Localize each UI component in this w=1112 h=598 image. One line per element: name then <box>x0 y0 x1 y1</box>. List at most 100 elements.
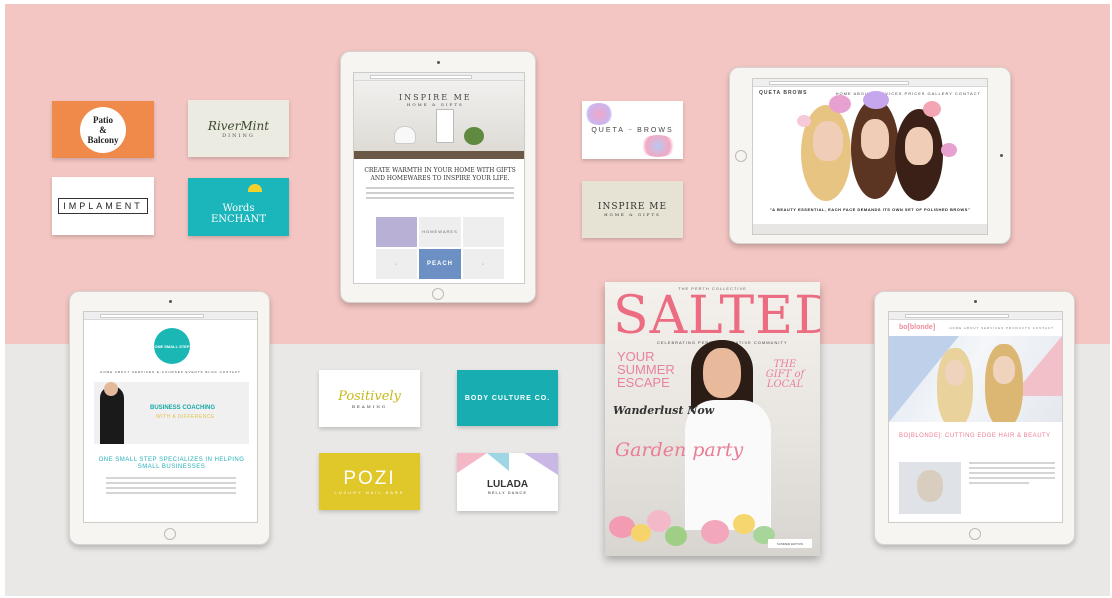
headline: BO[BLONDE]: CUTTING EDGE HAIR & BEAUTY <box>899 433 1051 439</box>
tablet-one-small-step: ONE SMALL STEP HOME ABOUT SERVICES E-COU… <box>69 291 270 545</box>
patio-balcony-card: Patio & Balcony <box>52 101 154 158</box>
flower-icon <box>665 526 687 546</box>
inspire-tag: HOME & GIFTS <box>604 212 661 217</box>
implament-logo: IMPLAMENT <box>58 198 148 214</box>
pozi-tag: LUXURY NAIL BARS <box>334 490 405 495</box>
flower-icon <box>733 514 755 534</box>
body-culture-logo: BODY CULTURE CO. <box>464 394 551 402</box>
arrow-down-icon[interactable]: ↓ <box>462 248 504 279</box>
positively-tag: BEAMING <box>351 403 388 409</box>
queta-brows-card: QUETA ~ BROWS <box>582 101 683 159</box>
queta-logo: QUETA <box>591 126 625 134</box>
patio-logo-line3: Balcony <box>87 134 119 145</box>
positively-beaming-card: Positively BEAMING <box>319 370 420 427</box>
watercolor-flower-icon <box>639 135 677 157</box>
headline: ONE SMALL STEP SPECIALIZES IN HELPING SM… <box>98 457 245 470</box>
nav-links[interactable]: HOME ABOUT SERVICES E-COURSES EVENTS BLO… <box>84 370 257 374</box>
site-logo: bo[blonde] <box>899 324 936 331</box>
rivermint-logo: RiverMint <box>207 118 270 133</box>
pozi-logo: POZI <box>343 468 396 489</box>
site-footer <box>753 224 987 234</box>
tablet-queta-brows: QUETA BROWS HOME ABOUT SERVICES PRICES G… <box>729 67 1011 244</box>
flower-icon <box>923 101 941 117</box>
testimonial-quote: "A BEAUTY ESSENTIAL, EACH FACE DEMANDS I… <box>769 207 971 212</box>
body-culture-card: BODY CULTURE CO. <box>457 370 558 426</box>
site-nav: bo[blonde] HOME ABOUT SERVICES PRODUCTS … <box>889 320 1062 334</box>
product-tile[interactable] <box>376 217 418 247</box>
site-logo: INSPIRE ME HOME & GIFTS <box>399 93 472 107</box>
watercolor-flower-icon <box>584 103 614 125</box>
flower-icon <box>829 95 851 113</box>
nav-links[interactable]: HOME ABOUT SERVICES PRODUCTS CONTACT <box>949 326 1054 330</box>
rivermint-tag: DINING <box>222 132 255 139</box>
browser-url-bar <box>84 312 257 320</box>
cover-line-escape-3: ESCAPE <box>617 375 670 390</box>
words-logo-line1: Words <box>222 203 255 214</box>
camera-icon <box>437 61 440 64</box>
pozi-card: POZI LUXURY NAIL BARS <box>319 453 420 510</box>
home-button <box>969 528 981 540</box>
camera-icon <box>169 300 172 303</box>
patio-logo-line1: Patio <box>92 114 113 125</box>
arrow-down-icon[interactable]: ↓ <box>376 248 418 279</box>
product-tile[interactable]: HOMEWARES <box>419 217 461 247</box>
cover-line-garden: Garden party <box>615 439 744 461</box>
model-face <box>945 360 965 386</box>
geometric-pattern-icon <box>487 453 509 471</box>
home-button <box>432 288 444 300</box>
hero-title: BUSINESS COACHING <box>150 405 216 411</box>
tablet-screen: ONE SMALL STEP HOME ABOUT SERVICES E-COU… <box>83 311 258 523</box>
lulada-logo: LULADA <box>486 479 529 490</box>
home-button <box>164 528 176 540</box>
body-text <box>366 187 514 202</box>
lulada-tag: BELLY DANCE <box>487 490 527 495</box>
coach-photo-head <box>104 382 118 396</box>
salted-magazine-cover: THE PERTH COLLECTIVE SALTED CELEBRATING … <box>605 282 820 556</box>
product-grid: HOMEWARES ↓ PEACH ↓ <box>376 217 504 279</box>
cover-model-face <box>703 348 741 398</box>
flower-icon <box>863 91 889 109</box>
inspire-logo: INSPIRE ME <box>597 202 668 212</box>
lulada-card: LULADA BELLY DANCE <box>457 453 558 511</box>
product-tile[interactable] <box>462 217 504 247</box>
site-logo-sub: HOME & GIFTS <box>406 102 464 107</box>
model-face <box>861 119 889 159</box>
browser-url-bar <box>753 79 987 87</box>
hero-subtitle: WITH A DIFFERENCE <box>156 414 215 420</box>
flower-icon <box>941 143 957 157</box>
cover-line-escape: YOUR SUMMER ESCAPE <box>617 350 677 389</box>
positively-logo: Positively <box>338 388 401 404</box>
product-tile[interactable]: PEACH <box>419 248 461 279</box>
tablet-bo-blonde: bo[blonde] HOME ABOUT SERVICES PRODUCTS … <box>874 291 1075 545</box>
rivermint-card: RiverMint DINING <box>188 100 289 157</box>
headline: CREATE WARMTH IN YOUR HOME WITH GIFTS AN… <box>364 167 516 182</box>
flower-icon <box>797 115 811 127</box>
kettle-image <box>394 126 416 144</box>
site-logo: ONE SMALL STEP <box>154 328 190 364</box>
geometric-pattern-icon <box>524 453 558 475</box>
tablet-screen: INSPIRE ME HOME & GIFTS CREATE WARMTH IN… <box>353 72 525 284</box>
site-logo-text: INSPIRE ME <box>399 93 472 102</box>
hero-image: INSPIRE ME HOME & GIFTS <box>354 81 524 159</box>
patio-logo-line2: & <box>99 124 107 135</box>
countertop <box>354 151 524 159</box>
plant-image <box>464 127 484 145</box>
body-text <box>106 477 236 497</box>
browser-url-bar <box>889 312 1062 320</box>
salon-photo <box>899 462 961 514</box>
words-enchant-card: Words ENCHANT <box>188 178 289 236</box>
model-face <box>993 356 1015 384</box>
camera-icon <box>1000 154 1003 157</box>
hero-band: BUSINESS COACHING WITH A DIFFERENCE <box>94 382 249 444</box>
words-logo-line2: ENCHANT <box>210 214 267 225</box>
mockup-scene: Patio & Balcony RiverMint DINING IMPLAME… <box>5 4 1110 596</box>
umbrella-icon <box>248 184 262 192</box>
tablet-screen: bo[blonde] HOME ABOUT SERVICES PRODUCTS … <box>888 311 1063 523</box>
flower-icon <box>701 520 729 544</box>
tablet-screen: QUETA BROWS HOME ABOUT SERVICES PRICES G… <box>752 78 988 235</box>
body-text <box>969 462 1055 487</box>
tablet-inspire-me: INSPIRE ME HOME & GIFTS CREATE WARMTH IN… <box>340 51 536 303</box>
patio-balcony-logo: Patio & Balcony <box>80 106 126 153</box>
edition-badge: SUMMER EDITION <box>768 539 812 548</box>
implament-card: IMPLAMENT <box>52 177 154 235</box>
